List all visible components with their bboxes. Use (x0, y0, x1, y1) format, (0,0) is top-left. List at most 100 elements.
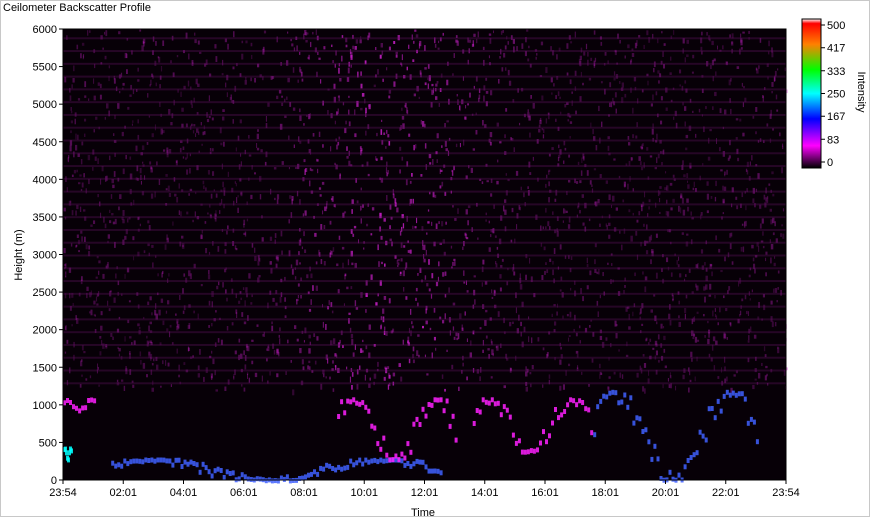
feature-speck (219, 468, 223, 473)
noise-speck (678, 300, 680, 305)
feature-speck (379, 446, 383, 452)
noise-speck (505, 108, 508, 112)
noise-speck (658, 80, 660, 84)
noise-speck (489, 132, 493, 138)
feature-speck (400, 458, 404, 464)
noise-speck (400, 271, 402, 274)
feature-speck (340, 399, 344, 405)
noise-speck (566, 43, 569, 49)
noise-speck (706, 32, 708, 36)
noise-speck (100, 311, 103, 316)
noise-speck (187, 325, 190, 329)
feature-speck (523, 449, 527, 455)
noise-speck (276, 95, 279, 100)
noise-speck (200, 122, 202, 126)
noise-speck (735, 196, 738, 200)
noise-speck (627, 136, 630, 140)
feature-speck (237, 476, 241, 482)
noise-speck (301, 246, 303, 250)
noise-speck (642, 354, 645, 357)
feature-speck (749, 416, 753, 422)
feature-speck (439, 470, 443, 476)
noise-speck (589, 270, 592, 276)
band-line (63, 37, 786, 40)
noise-speck (257, 260, 260, 266)
noise-speck (557, 91, 560, 97)
noise-speck (208, 270, 210, 275)
feature-speck (147, 458, 151, 463)
noise-speck (69, 145, 72, 152)
noise-speck (389, 225, 391, 230)
noise-speck (304, 210, 307, 216)
noise-speck (71, 324, 73, 327)
noise-speck (693, 181, 695, 187)
noise-speck (613, 371, 616, 375)
feature-speck (129, 459, 133, 465)
noise-speck (660, 96, 663, 101)
noise-speck (129, 156, 132, 160)
noise-speck (692, 110, 694, 113)
noise-speck (528, 336, 530, 343)
feature-speck (171, 462, 175, 468)
noise-speck (751, 289, 753, 293)
noise-speck (431, 221, 433, 226)
noise-speck (175, 313, 177, 316)
noise-speck (261, 237, 264, 242)
noise-speck (405, 262, 408, 268)
noise-speck (168, 273, 170, 277)
noise-speck (279, 296, 282, 303)
noise-speck (659, 198, 661, 203)
noise-speck (695, 133, 697, 138)
noise-speck (771, 321, 774, 328)
noise-speck (194, 32, 196, 36)
noise-speck (113, 297, 116, 303)
noise-speck (632, 107, 634, 114)
noise-speck (519, 122, 521, 126)
noise-speck (554, 321, 557, 326)
noise-speck (642, 271, 644, 275)
noise-speck (105, 30, 108, 37)
noise-speck (650, 309, 653, 313)
noise-speck (107, 234, 110, 239)
noise-speck (417, 273, 419, 276)
noise-speck (736, 66, 740, 69)
feature-speck (376, 441, 380, 447)
noise-speck (650, 103, 653, 107)
noise-speck (229, 97, 232, 101)
noise-speck (388, 374, 391, 379)
noise-speck (663, 43, 666, 46)
y-tick-label: 3500 (33, 212, 57, 224)
noise-speck (191, 123, 193, 127)
noise-speck (245, 40, 248, 44)
noise-speck (413, 40, 415, 44)
noise-speck (509, 321, 512, 327)
noise-speck (83, 173, 85, 178)
noise-speck (63, 207, 66, 212)
noise-speck (599, 335, 603, 340)
noise-speck (149, 296, 152, 301)
noise-speck (356, 200, 359, 204)
noise-speck (119, 194, 122, 199)
noise-speck (684, 80, 687, 84)
noise-speck (668, 313, 671, 319)
noise-speck (86, 286, 89, 291)
noise-speck (690, 211, 692, 216)
noise-speck (662, 384, 664, 389)
noise-speck (129, 94, 132, 97)
noise-speck (692, 336, 695, 340)
noise-speck (156, 161, 158, 166)
noise-speck (773, 262, 776, 267)
noise-speck (308, 308, 312, 312)
noise-speck (315, 29, 317, 35)
noise-speck (737, 157, 740, 162)
noise-speck (529, 172, 532, 175)
feature-speck (590, 430, 594, 436)
noise-speck (548, 374, 551, 379)
noise-speck (592, 128, 594, 135)
noise-speck (336, 263, 339, 267)
noise-speck (439, 185, 442, 189)
noise-speck (558, 144, 560, 149)
noise-speck (485, 219, 487, 222)
noise-speck (108, 65, 110, 69)
noise-speck (360, 107, 363, 111)
